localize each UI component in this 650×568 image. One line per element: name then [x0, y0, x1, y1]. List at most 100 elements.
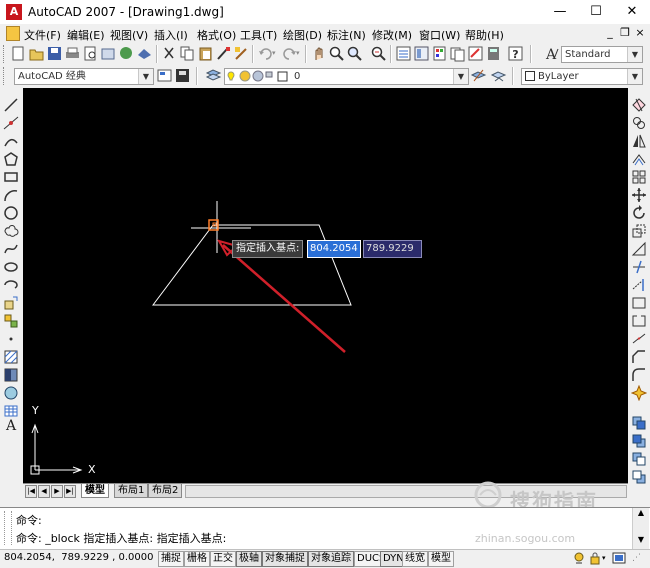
plot-preview-icon[interactable] — [82, 45, 99, 62]
scale-icon[interactable] — [631, 223, 647, 239]
lock-icon[interactable] — [588, 551, 602, 565]
ortho-toggle[interactable]: 正交 — [210, 551, 236, 567]
menu-dimension[interactable]: 标注(N) — [327, 27, 366, 43]
draw-order-front-icon[interactable] — [631, 415, 647, 431]
layer-previous-icon[interactable] — [490, 67, 507, 84]
menu-draw[interactable]: 绘图(D) — [283, 27, 322, 43]
join-icon[interactable] — [631, 331, 647, 347]
paste-icon[interactable] — [197, 45, 214, 62]
mirror-icon[interactable] — [631, 133, 647, 149]
undo-dropdown-icon[interactable]: ▾ — [272, 49, 276, 57]
stretch-icon[interactable] — [631, 241, 647, 257]
design-center-icon[interactable] — [413, 45, 430, 62]
osnap-toggle[interactable]: 对象捕捉 — [262, 551, 308, 567]
autocad-app-icon[interactable]: A — [6, 4, 22, 20]
status-menu-chevron-icon[interactable]: ▾ — [602, 554, 606, 562]
ellipse-arc-icon[interactable] — [3, 277, 19, 293]
match-properties-icon[interactable] — [215, 45, 232, 62]
previous-tab-icon[interactable]: ◀ — [38, 485, 50, 498]
polar-toggle[interactable]: 极轴 — [236, 551, 262, 567]
color-control-dropdown[interactable]: ByLayer ▼ — [521, 68, 643, 85]
zoom-previous-icon[interactable] — [370, 45, 387, 62]
circle-icon[interactable] — [3, 205, 19, 221]
line-icon[interactable] — [3, 97, 19, 113]
grid-toggle[interactable]: 栅格 — [184, 551, 210, 567]
menu-view[interactable]: 视图(V) — [110, 27, 148, 43]
copy-object-icon[interactable] — [631, 115, 647, 131]
menu-insert[interactable]: 插入(I) — [154, 27, 188, 43]
coordinate-readout[interactable]: 804.2054, 789.9229 , 0.0000 — [4, 552, 154, 563]
publish-icon[interactable] — [100, 45, 117, 62]
trim-icon[interactable] — [631, 259, 647, 275]
layer-dropdown[interactable]: 0 ▼ — [224, 68, 469, 85]
lineweight-toggle[interactable]: 线宽 — [402, 551, 428, 567]
markup-set-manager-icon[interactable] — [467, 45, 484, 62]
menu-help[interactable]: 帮助(H) — [465, 27, 504, 43]
save-icon[interactable] — [46, 45, 63, 62]
erase-icon[interactable] — [631, 97, 647, 113]
doc-restore-button[interactable]: ❐ — [619, 26, 631, 39]
point-icon[interactable] — [3, 331, 19, 347]
dynamic-input-y-field[interactable]: 789.9229 — [363, 240, 422, 258]
tab-layout1[interactable]: 布局1 — [114, 484, 149, 498]
maximize-button[interactable]: ☐ — [578, 0, 614, 24]
workspace-dropdown[interactable]: AutoCAD 经典 ▼ — [14, 68, 154, 85]
ellipse-icon[interactable] — [3, 259, 19, 275]
redo-dropdown-icon[interactable]: ▾ — [296, 49, 300, 57]
tab-model[interactable]: 模型 — [81, 484, 109, 498]
doc-minimize-button[interactable]: _ — [604, 26, 616, 39]
rectangle-icon[interactable] — [3, 169, 19, 185]
break-at-point-icon[interactable] — [631, 295, 647, 311]
save-workspace-icon[interactable] — [174, 67, 191, 84]
tab-layout2[interactable]: 布局2 — [148, 484, 183, 498]
first-tab-icon[interactable]: |◀ — [25, 485, 37, 498]
3d-dwf-icon[interactable] — [136, 45, 153, 62]
communication-center-icon[interactable] — [572, 551, 586, 565]
menu-tools[interactable]: 工具(T) — [240, 27, 277, 43]
close-button[interactable]: ✕ — [614, 0, 650, 24]
text-style-icon[interactable]: A — [543, 45, 560, 62]
hatch-icon[interactable] — [3, 349, 19, 365]
menu-file[interactable]: 文件(F) — [24, 27, 61, 43]
last-tab-icon[interactable]: ▶| — [64, 485, 76, 498]
multiline-text-icon[interactable]: A — [3, 418, 19, 434]
next-tab-icon[interactable]: ▶ — [51, 485, 63, 498]
toolbar-grip[interactable] — [3, 67, 7, 85]
layer-properties-icon[interactable] — [205, 67, 222, 84]
arc-icon[interactable] — [3, 187, 19, 203]
pan-icon[interactable] — [310, 45, 327, 62]
offset-icon[interactable] — [631, 151, 647, 167]
make-object-layer-current-icon[interactable] — [470, 67, 487, 84]
tool-palettes-icon[interactable] — [431, 45, 448, 62]
rotate-icon[interactable] — [631, 205, 647, 221]
snap-toggle[interactable]: 捕捉 — [158, 551, 184, 567]
open-icon[interactable] — [28, 45, 45, 62]
toolbar-grip[interactable] — [3, 45, 7, 63]
menu-format[interactable]: 格式(O) — [197, 27, 236, 43]
quickcalc-icon[interactable] — [485, 45, 502, 62]
region-icon[interactable] — [3, 385, 19, 401]
workspace-settings-icon[interactable] — [156, 67, 173, 84]
chamfer-icon[interactable] — [631, 349, 647, 365]
array-icon[interactable] — [631, 169, 647, 185]
construction-line-icon[interactable] — [3, 115, 19, 131]
print-icon[interactable] — [64, 45, 81, 62]
menu-edit[interactable]: 编辑(E) — [67, 27, 105, 43]
drawing-canvas[interactable]: Y X — [23, 88, 628, 483]
command-scrollbar[interactable]: ▲ ▼ — [632, 508, 649, 549]
gradient-icon[interactable] — [3, 367, 19, 383]
publish-web-icon[interactable] — [118, 45, 135, 62]
text-style-dropdown[interactable]: Standard ▼ — [561, 46, 643, 63]
spline-icon[interactable] — [3, 241, 19, 257]
polyline-icon[interactable] — [3, 133, 19, 149]
zoom-realtime-icon[interactable] — [328, 45, 345, 62]
explode-icon[interactable] — [630, 384, 648, 402]
help-icon[interactable]: ? — [507, 45, 524, 62]
menu-window[interactable]: 窗口(W) — [419, 27, 460, 43]
dynamic-input-x-field[interactable]: 804.2054 — [307, 240, 361, 258]
make-block-icon[interactable] — [3, 313, 19, 329]
model-space-toggle[interactable]: 模型 — [428, 551, 454, 567]
otrack-toggle[interactable]: 对象追踪 — [308, 551, 354, 567]
move-icon[interactable] — [631, 187, 647, 203]
zoom-window-icon[interactable] — [346, 45, 363, 62]
